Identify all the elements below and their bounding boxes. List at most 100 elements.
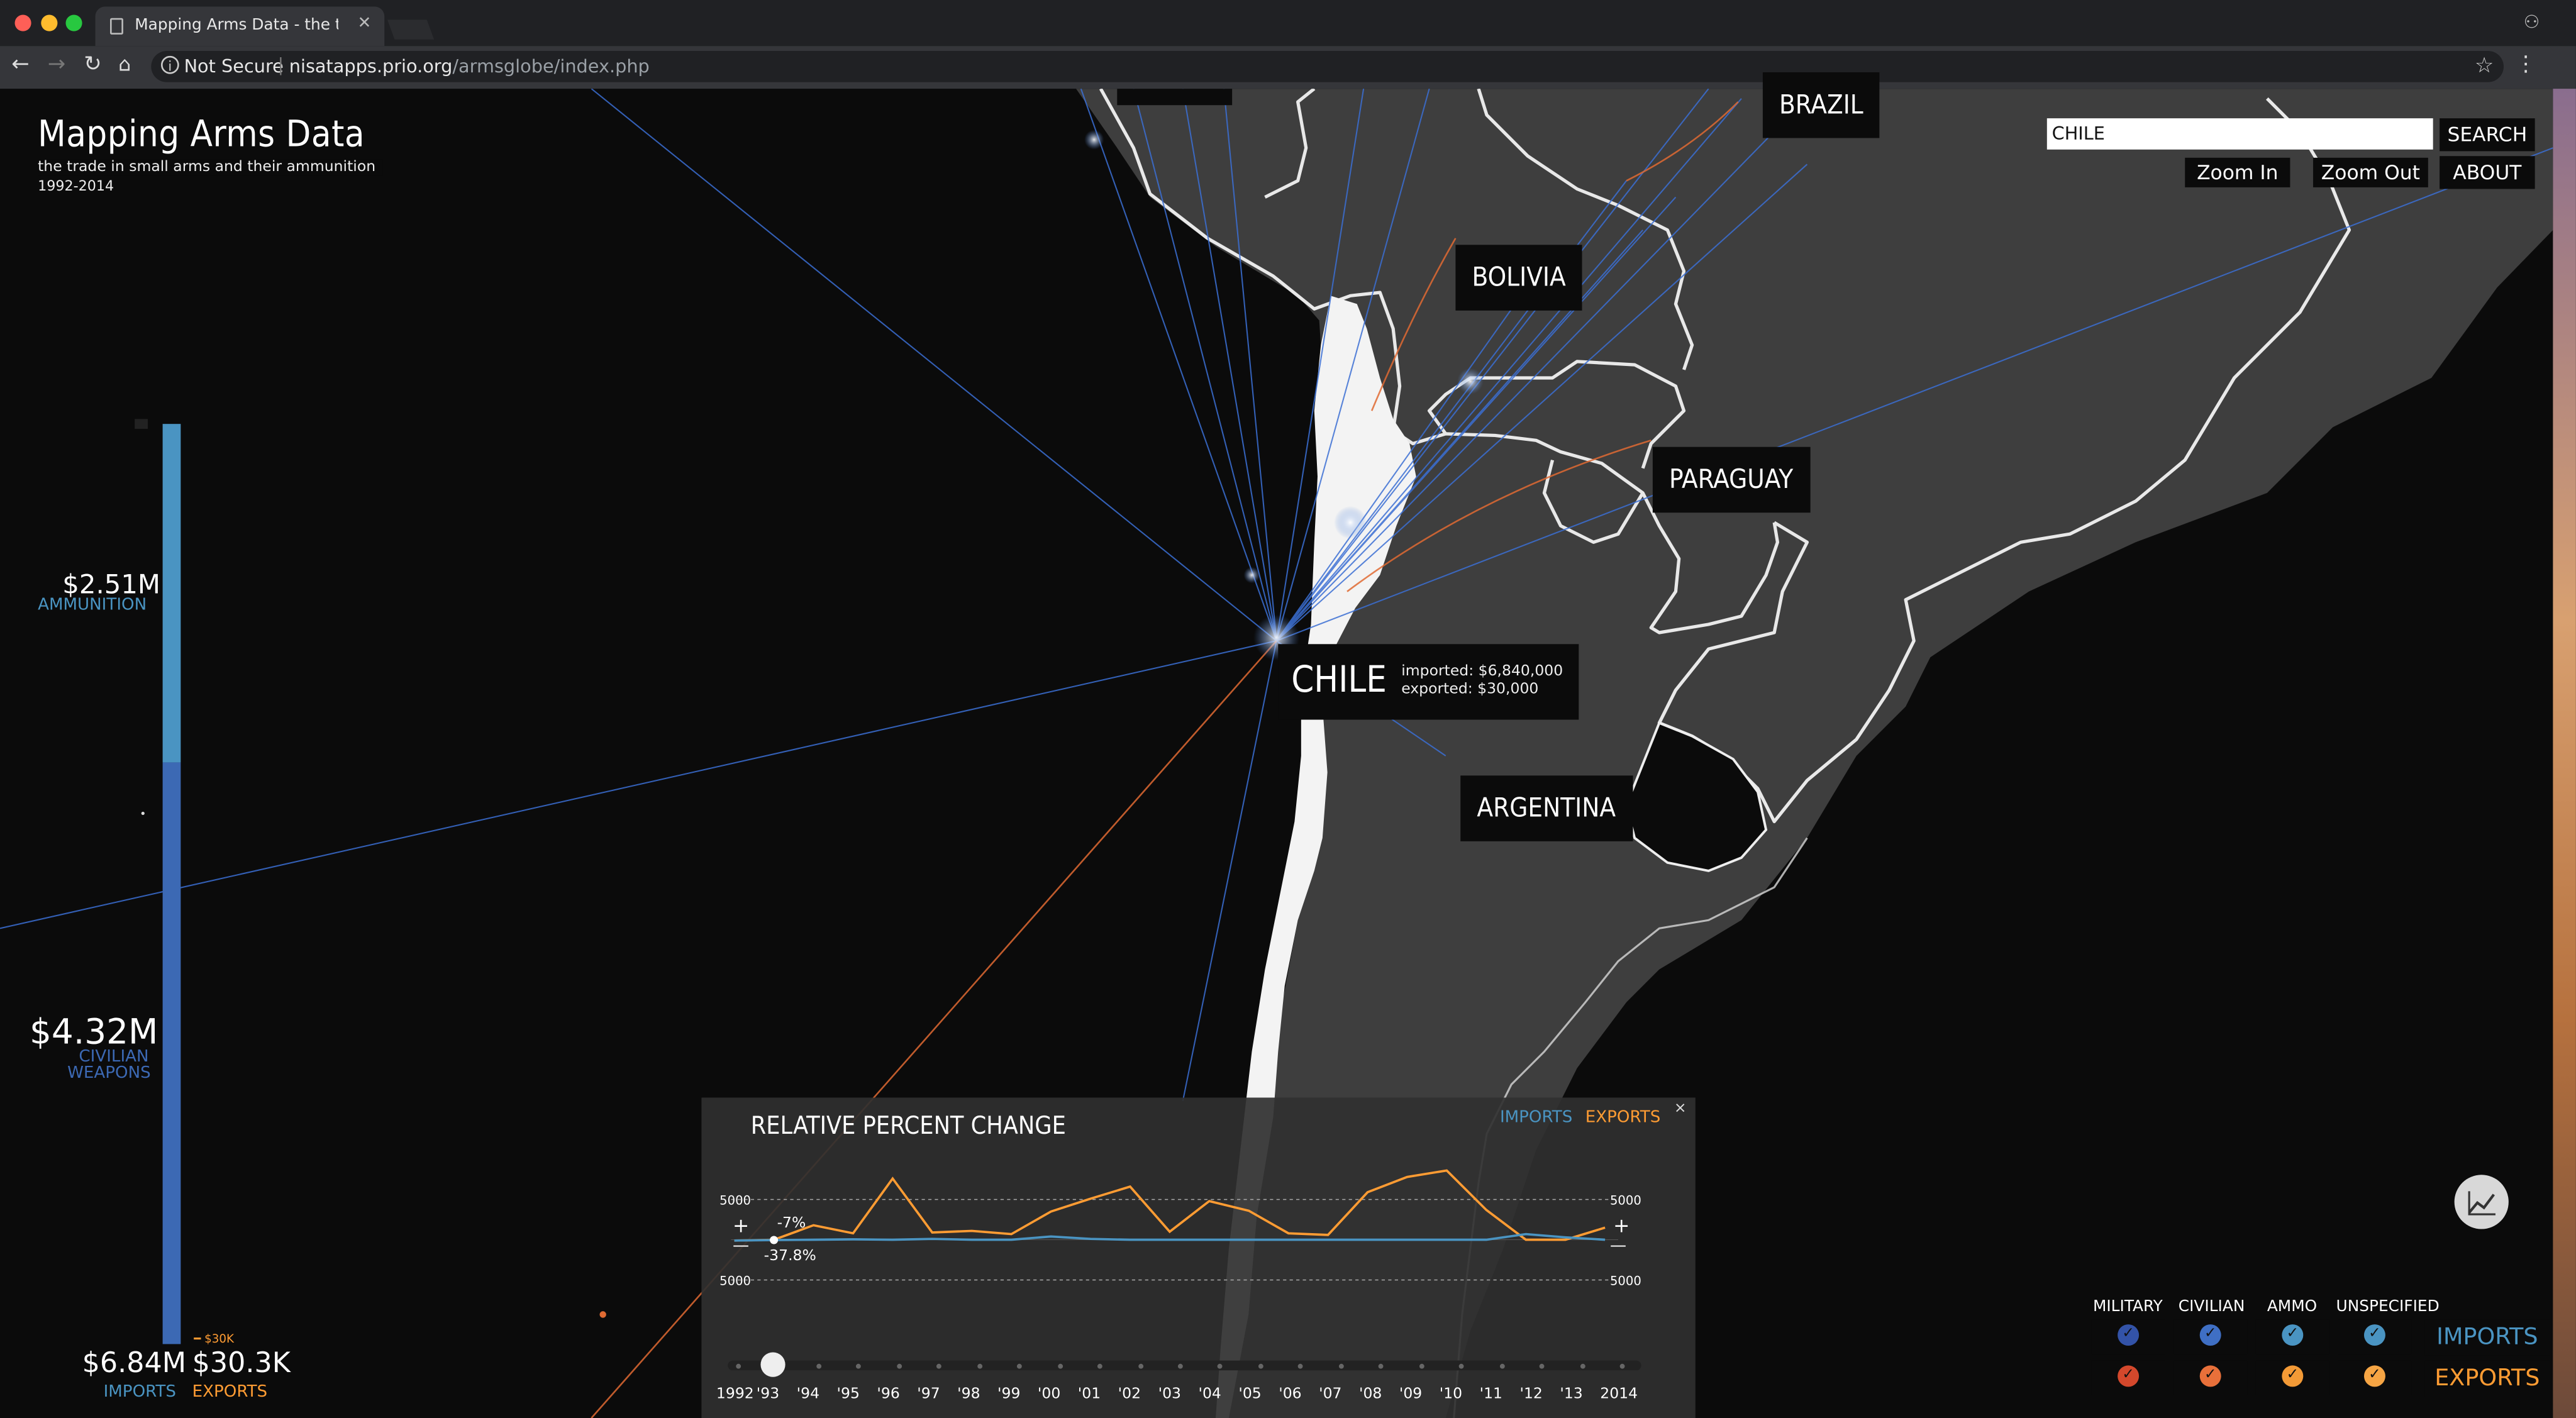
year-label[interactable]: '97 <box>917 1387 940 1403</box>
ammunition-bar <box>162 424 181 763</box>
imports-unspecified-checkbox[interactable]: ✓ <box>2338 1319 2412 1354</box>
imports-total-label: IMPORTS <box>103 1383 176 1402</box>
zoom-out-button[interactable]: Zoom Out <box>2312 157 2428 187</box>
forward-icon[interactable]: → <box>48 53 65 77</box>
check-icon: ✓ <box>2199 1324 2221 1346</box>
selected-country-imported: imported: $6,840,000 <box>1401 663 1563 680</box>
year-label[interactable]: '05 <box>1238 1387 1261 1403</box>
civilian-label: CIVILIAN <box>79 1048 149 1066</box>
year-label[interactable]: '00 <box>1038 1387 1060 1403</box>
year-tick <box>1338 1363 1344 1369</box>
country-label-brazil[interactable]: BRAZIL <box>1762 72 1880 138</box>
search-button[interactable]: SEARCH <box>2440 118 2535 152</box>
new-tab-button[interactable] <box>387 19 435 40</box>
year-label[interactable]: '11 <box>1480 1387 1502 1403</box>
selected-country-label[interactable]: CHILE imported: $6,840,000 exported: $30… <box>1278 644 1579 720</box>
country-label-bolivia[interactable]: BOLIVIA <box>1455 245 1582 311</box>
exports-toggle-button[interactable]: EXPORTS <box>2424 1360 2550 1397</box>
incognito-icon[interactable]: ⚇ <box>2524 11 2540 33</box>
year-label[interactable]: '06 <box>1279 1387 1301 1403</box>
check-icon: ✓ <box>2118 1324 2140 1346</box>
year-label[interactable]: '04 <box>1198 1387 1221 1403</box>
year-label[interactable]: '07 <box>1319 1387 1341 1403</box>
y-axis-top-right: 5000 <box>1609 1193 1641 1208</box>
chart-toggle-button[interactable] <box>2454 1175 2509 1229</box>
filter-ammo-label: AMMO <box>2267 1298 2318 1317</box>
scale-up-right-icon[interactable]: + <box>1613 1214 1629 1238</box>
country-label-paraguay[interactable]: PARAGUAY <box>1652 446 1810 513</box>
zoom-in-button[interactable]: Zoom In <box>2185 157 2290 187</box>
scale-down-left-icon[interactable]: — <box>733 1238 749 1256</box>
export-change-marker: -7% <box>777 1216 806 1232</box>
y-axis-bottom-left: 5000 <box>719 1273 752 1288</box>
year-label[interactable]: 2014 <box>1600 1387 1638 1403</box>
country-search-input[interactable] <box>2046 118 2433 150</box>
tab-close-icon[interactable]: ✕ <box>357 15 371 33</box>
url-path: /armsglobe/index.php <box>452 55 650 77</box>
country-label-argentina[interactable]: ARGENTINA <box>1460 775 1633 841</box>
year-tick <box>1619 1363 1625 1369</box>
year-label[interactable]: 1992 <box>716 1387 754 1403</box>
check-icon: ✓ <box>2118 1365 2140 1387</box>
year-slider-handle[interactable] <box>760 1352 786 1377</box>
browser-toolbar: ← → ↻ ⌂ i Not Secure | nisatapps.prio.or… <box>0 46 2576 89</box>
year-label[interactable]: '02 <box>1118 1387 1141 1403</box>
check-icon: ✓ <box>2282 1365 2304 1387</box>
reload-icon[interactable]: ↻ <box>84 53 101 77</box>
browser-tab[interactable]: Mapping Arms Data - the trad ✕ <box>95 6 385 47</box>
filter-unspecified-label: UNSPECIFIED <box>2336 1298 2440 1317</box>
imports-civilian-checkbox[interactable]: ✓ <box>2173 1319 2248 1354</box>
year-tick <box>816 1363 821 1369</box>
year-label[interactable]: '01 <box>1078 1387 1101 1403</box>
check-icon: ✓ <box>2363 1365 2385 1387</box>
exports-civilian-checkbox[interactable]: ✓ <box>2173 1360 2248 1395</box>
about-button[interactable]: ABOUT <box>2440 156 2535 189</box>
year-label[interactable]: '98 <box>957 1387 980 1403</box>
imports-toggle-button[interactable]: IMPORTS <box>2424 1319 2550 1356</box>
year-tick <box>1419 1363 1424 1369</box>
imports-military-checkbox[interactable]: ✓ <box>2091 1319 2165 1354</box>
imports-total-value: $6.84M <box>82 1347 187 1380</box>
exports-ammo-checkbox[interactable]: ✓ <box>2255 1360 2330 1395</box>
year-label[interactable]: '09 <box>1399 1387 1422 1403</box>
imports-ammo-checkbox[interactable]: ✓ <box>2255 1319 2330 1354</box>
home-icon[interactable]: ⌂ <box>118 53 131 76</box>
year-tick <box>977 1363 982 1369</box>
selected-country-exported: exported: $30,000 <box>1401 682 1539 699</box>
y-axis-top-left: 5000 <box>719 1193 752 1208</box>
year-label[interactable]: '99 <box>997 1387 1020 1403</box>
scale-up-left-icon[interactable]: + <box>733 1214 749 1238</box>
info-icon[interactable]: i <box>160 55 179 74</box>
year-label[interactable]: '94 <box>797 1387 819 1403</box>
back-icon[interactable]: ← <box>11 53 29 77</box>
year-label[interactable]: '95 <box>837 1387 860 1403</box>
weapons-label: WEAPONS <box>67 1065 151 1083</box>
year-label[interactable]: '08 <box>1359 1387 1382 1403</box>
check-icon: ✓ <box>2199 1365 2221 1387</box>
maximize-window-button[interactable] <box>65 14 82 31</box>
scale-down-right-icon[interactable]: — <box>1610 1238 1626 1256</box>
year-tick <box>1057 1363 1063 1369</box>
close-window-button[interactable] <box>14 14 31 31</box>
line-chart-icon <box>2468 1191 2496 1216</box>
filter-military-label: MILITARY <box>2092 1298 2163 1317</box>
filter-civilian-label: CIVILIAN <box>2178 1298 2245 1317</box>
exports-military-checkbox[interactable]: ✓ <box>2091 1360 2165 1395</box>
check-icon: ✓ <box>2363 1324 2385 1346</box>
year-label[interactable]: '03 <box>1158 1387 1181 1403</box>
check-icon: ✓ <box>2282 1324 2304 1346</box>
exports-unspecified-checkbox[interactable]: ✓ <box>2338 1360 2412 1395</box>
year-label[interactable]: '12 <box>1519 1387 1542 1403</box>
browser-menu-icon[interactable]: ⋮ <box>2515 53 2536 77</box>
address-bar[interactable]: i Not Secure | nisatapps.prio.org/armsgl… <box>151 51 2504 82</box>
bookmark-star-icon[interactable]: ☆ <box>2475 54 2494 79</box>
year-label[interactable]: '10 <box>1440 1387 1462 1403</box>
minimize-window-button[interactable] <box>41 14 58 31</box>
tab-title: Mapping Arms Data - the trad <box>135 16 338 35</box>
year-label[interactable]: '93 <box>757 1387 779 1403</box>
browser-tabbar: Mapping Arms Data - the trad ✕ ⚇ <box>0 0 2576 47</box>
year-label[interactable]: '13 <box>1560 1387 1582 1403</box>
relative-percent-change-panel: RELATIVE PERCENT CHANGE IMPORTS EXPORTS … <box>701 1097 1696 1418</box>
year-label[interactable]: '96 <box>877 1387 899 1403</box>
year-tick <box>736 1363 741 1369</box>
